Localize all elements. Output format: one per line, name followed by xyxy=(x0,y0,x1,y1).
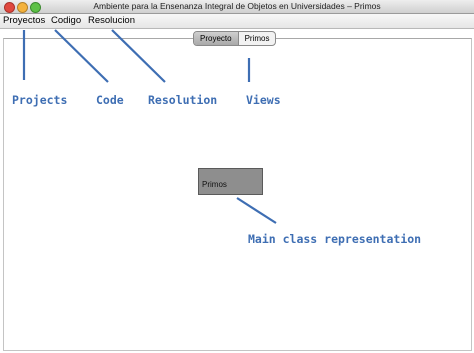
window-title: Ambiente para la Ensenanza Integral de O… xyxy=(93,1,381,11)
class-box-primos[interactable]: Primos xyxy=(198,168,263,195)
annotation-resolution: Resolution xyxy=(148,93,218,107)
tab-primos[interactable]: Primos xyxy=(237,32,276,45)
view-tabs: Proyecto Primos xyxy=(193,31,277,46)
annotation-main-class: Main class representation xyxy=(248,232,422,246)
annotation-projects: Projects xyxy=(12,93,68,107)
tab-proyecto[interactable]: Proyecto xyxy=(194,32,238,45)
annotation-views: Views xyxy=(246,93,281,107)
menu-codigo[interactable]: Codigo xyxy=(51,15,81,26)
class-box-label: Primos xyxy=(202,180,227,189)
annotation-code: Code xyxy=(96,93,124,107)
menu-proyectos[interactable]: Proyectos xyxy=(3,15,45,26)
window-titlebar: Ambiente para la Ensenanza Integral de O… xyxy=(0,0,474,14)
menu-bar: Proyectos Codigo Resolucion xyxy=(0,14,474,29)
menu-resolucion[interactable]: Resolucion xyxy=(88,15,135,26)
